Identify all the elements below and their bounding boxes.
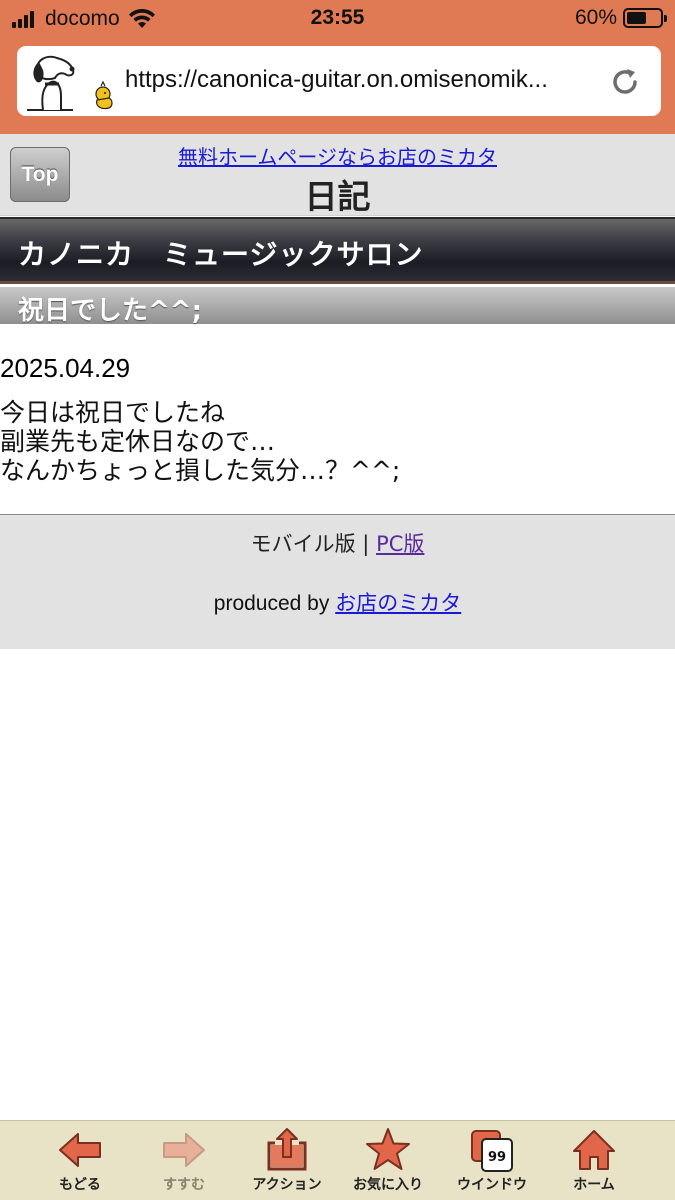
entry-title-bar: 祝日でした^^; bbox=[0, 287, 675, 326]
page-title: 日記 bbox=[304, 177, 371, 216]
window-count-badge: 99 bbox=[488, 1150, 506, 1165]
action-label: アクション bbox=[252, 1177, 322, 1193]
home-button[interactable]: ホーム bbox=[542, 1127, 646, 1199]
battery-icon bbox=[623, 8, 667, 28]
browser-chrome: docomo 23:55 60% https://canonica-guitar… bbox=[0, 0, 675, 134]
address-bar[interactable]: https://canonica-guitar.on.omisenomik... bbox=[17, 46, 661, 116]
status-time: 23:55 bbox=[310, 6, 365, 29]
pc-version-link[interactable]: PC版 bbox=[376, 532, 424, 556]
brand-link[interactable]: お店のミカタ bbox=[335, 591, 461, 615]
favorites-button[interactable]: お気に入り bbox=[336, 1127, 440, 1199]
url-text[interactable]: https://canonica-guitar.on.omisenomik... bbox=[125, 66, 605, 94]
produced-by-label: produced by bbox=[213, 592, 330, 615]
entry-line: 今日は祝日でしたね bbox=[0, 398, 226, 427]
entry-title: 祝日でした^^; bbox=[18, 296, 202, 326]
battery-percent: 60% bbox=[574, 6, 617, 29]
reload-icon[interactable] bbox=[609, 66, 641, 98]
shop-name: カノニカ ミュージックサロン bbox=[18, 238, 424, 271]
entry-line: なんかちょっと損した気分…？^^; bbox=[0, 456, 401, 485]
back-button[interactable]: もどる bbox=[28, 1127, 132, 1199]
page-footer: モバイル版 | PC版 produced by お店のミカタ bbox=[0, 514, 675, 649]
version-separator: | bbox=[362, 532, 370, 556]
browser-toolbar: もどる すすむ アクション お気に入り 99 ウインドウ ホーム bbox=[0, 1120, 675, 1200]
snoopy-icon bbox=[27, 55, 113, 111]
favorites-label: お気に入り bbox=[353, 1177, 423, 1193]
window-label: ウインドウ bbox=[457, 1177, 527, 1193]
home-label: ホーム bbox=[573, 1177, 615, 1193]
windows-icon: 99 bbox=[471, 1130, 513, 1172]
forward-button[interactable]: すすむ bbox=[132, 1127, 236, 1199]
ad-link[interactable]: 無料ホームページならお店のミカタ bbox=[0, 141, 675, 170]
back-arrow-icon bbox=[59, 1133, 101, 1167]
share-icon bbox=[267, 1128, 307, 1171]
window-button[interactable]: 99 ウインドウ bbox=[440, 1127, 544, 1199]
forward-label: すすむ bbox=[163, 1177, 205, 1193]
page-header: Top 無料ホームページならお店のミカタ 日記 bbox=[0, 134, 675, 216]
action-button[interactable]: アクション bbox=[235, 1127, 339, 1199]
entry-body: 今日は祝日でしたね 副業先も定休日なので… なんかちょっと損した気分…？^^; bbox=[0, 398, 670, 485]
status-right: 60% bbox=[574, 6, 667, 30]
star-icon bbox=[366, 1128, 410, 1170]
version-switcher: モバイル版 | PC版 bbox=[0, 528, 675, 558]
status-bar: docomo 23:55 60% bbox=[0, 0, 675, 38]
entry-line: 副業先も定休日なので… bbox=[0, 427, 276, 456]
produced-by: produced by お店のミカタ bbox=[0, 587, 675, 617]
mobile-version-label: モバイル版 bbox=[250, 532, 356, 556]
entry-date: 2025.04.29 bbox=[0, 353, 131, 383]
home-icon bbox=[573, 1130, 615, 1170]
back-label: もどる bbox=[59, 1177, 101, 1193]
shop-name-bar: カノニカ ミュージックサロン bbox=[0, 217, 675, 284]
forward-arrow-icon bbox=[163, 1133, 205, 1167]
